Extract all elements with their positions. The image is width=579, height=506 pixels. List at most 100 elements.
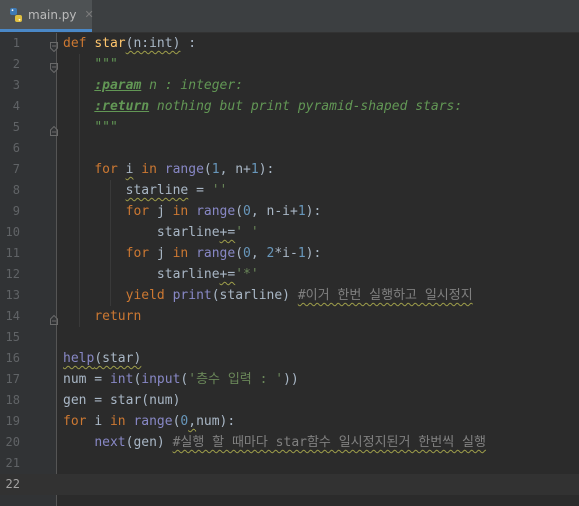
code-line[interactable]: 17 num = int(input('층수 입력 : ')) bbox=[0, 369, 579, 390]
code-text: next(gen) #실행 할 때마다 star함수 일시정지된거 한번씩 실행 bbox=[63, 432, 486, 453]
code-token: range bbox=[196, 246, 236, 261]
code-token: ( bbox=[235, 204, 244, 219]
line-number: 17 bbox=[5, 372, 20, 386]
code-token: (starline) bbox=[211, 288, 298, 303]
code-line[interactable]: 5 """ bbox=[0, 117, 579, 138]
code-token: ): bbox=[305, 246, 322, 261]
code-text: gen = star(num) bbox=[63, 390, 180, 411]
code-line[interactable]: 12 starline+='*' bbox=[0, 264, 579, 285]
code-token: for bbox=[125, 204, 157, 219]
code-token: range bbox=[196, 204, 236, 219]
line-number: 8 bbox=[12, 183, 20, 197]
editor-tab-bar: main.py ✕ bbox=[0, 0, 579, 33]
code-line[interactable]: 19 for i in range(0,num): bbox=[0, 411, 579, 432]
code-token: , n+ bbox=[219, 162, 251, 177]
code-token: n : integer: bbox=[141, 78, 244, 93]
code-token: (star) bbox=[94, 351, 142, 366]
code-text: for j in range(0, 2*i-1): bbox=[63, 243, 322, 264]
code-token: num): bbox=[196, 414, 236, 429]
code-token: in bbox=[133, 162, 165, 177]
code-token: 0 bbox=[243, 246, 251, 261]
code-line[interactable]: 20 next(gen) #실행 할 때마다 star함수 일시정지된거 한번씩… bbox=[0, 432, 579, 453]
code-text: starline+='*' bbox=[63, 264, 259, 285]
code-text: for j in range(0, n-i+1): bbox=[63, 201, 322, 222]
code-text: :param n : integer: bbox=[63, 75, 243, 96]
code-line[interactable]: 6 bbox=[0, 138, 579, 159]
code-token: num = bbox=[63, 372, 110, 387]
code-token: help bbox=[63, 351, 95, 366]
fold-marker-icon[interactable] bbox=[50, 59, 58, 74]
file-tab[interactable]: main.py ✕ bbox=[0, 0, 94, 32]
code-token: """ bbox=[94, 120, 118, 135]
code-line[interactable]: 2 """ bbox=[0, 54, 579, 75]
code-text: return bbox=[63, 306, 141, 327]
code-text: """ bbox=[63, 117, 118, 138]
code-line[interactable]: 7 for i in range(1, n+1): bbox=[0, 159, 579, 180]
code-token: for bbox=[125, 246, 157, 261]
code-token: #이거 한번 실행하고 일시정지 bbox=[297, 288, 473, 303]
code-token: (gen) bbox=[125, 435, 173, 450]
code-line[interactable]: 10 starline+=' ' bbox=[0, 222, 579, 243]
code-token: ( bbox=[235, 246, 244, 261]
code-token: star bbox=[94, 36, 126, 51]
code-line[interactable]: 1 def star(n:int) : bbox=[0, 33, 579, 54]
code-line[interactable]: 8 starline = '' bbox=[0, 180, 579, 201]
code-token: 1 bbox=[297, 246, 306, 261]
code-token: in bbox=[164, 204, 197, 219]
code-token: next bbox=[94, 435, 126, 450]
line-number: 22 bbox=[5, 477, 20, 491]
line-number: 19 bbox=[5, 414, 20, 428]
code-token: yield bbox=[125, 288, 173, 303]
line-number: 6 bbox=[12, 141, 20, 155]
code-token: = bbox=[188, 183, 212, 198]
code-token: input bbox=[141, 372, 181, 387]
code-token: j bbox=[156, 246, 165, 261]
close-icon[interactable]: ✕ bbox=[85, 8, 94, 21]
line-number: 11 bbox=[5, 246, 20, 260]
code-line[interactable]: 9 for j in range(0, n-i+1): bbox=[0, 201, 579, 222]
code-lines: 1 def star(n:int) :2 """ 3 :param n : inte… bbox=[0, 33, 579, 506]
code-token: #실행 할 때마다 star함수 일시정지된거 한번씩 실행 bbox=[172, 435, 486, 450]
code-text: for i in range(0,num): bbox=[63, 411, 235, 432]
code-token: for bbox=[63, 414, 95, 429]
code-token: def bbox=[63, 36, 95, 51]
code-line[interactable]: 4 :return nothing but print pyramid-shap… bbox=[0, 96, 579, 117]
code-line[interactable]: 22 bbox=[0, 474, 579, 495]
code-text: yield print(starline) #이거 한번 실행하고 일시정지 bbox=[63, 285, 473, 306]
python-file-icon bbox=[8, 7, 24, 23]
code-line[interactable]: 3 :param n : integer: bbox=[0, 75, 579, 96]
code-token: int bbox=[109, 372, 134, 387]
code-token: 1 bbox=[297, 204, 306, 219]
line-number: 2 bbox=[12, 57, 20, 71]
code-line[interactable]: 21 bbox=[0, 453, 579, 474]
line-number: 7 bbox=[12, 162, 20, 176]
code-line[interactable]: 11 for j in range(0, 2*i-1): bbox=[0, 243, 579, 264]
code-line[interactable]: 15 bbox=[0, 327, 579, 348]
line-number: 1 bbox=[12, 36, 20, 50]
code-token: in bbox=[164, 246, 197, 261]
code-token: range bbox=[133, 414, 173, 429]
code-token: ' ' bbox=[235, 225, 259, 240]
code-token: :param bbox=[94, 78, 142, 93]
code-token: ): bbox=[258, 162, 275, 177]
code-line[interactable]: 18 gen = star(num) bbox=[0, 390, 579, 411]
code-token: *i- bbox=[274, 246, 298, 261]
code-line[interactable]: 13 yield print(starline) #이거 한번 실행하고 일시정… bbox=[0, 285, 579, 306]
code-line[interactable]: 14 return bbox=[0, 306, 579, 327]
code-token: range bbox=[164, 162, 204, 177]
line-number: 4 bbox=[12, 99, 20, 113]
fold-marker-icon[interactable] bbox=[50, 311, 58, 325]
code-text: num = int(input('층수 입력 : ')) bbox=[63, 369, 299, 390]
code-token: """ bbox=[94, 57, 118, 72]
fold-marker-icon[interactable] bbox=[50, 38, 58, 53]
code-token: '*' bbox=[235, 267, 259, 282]
code-line[interactable]: 16 help(star) bbox=[0, 348, 579, 369]
fold-marker-icon[interactable] bbox=[50, 122, 58, 136]
line-number: 5 bbox=[12, 120, 20, 134]
